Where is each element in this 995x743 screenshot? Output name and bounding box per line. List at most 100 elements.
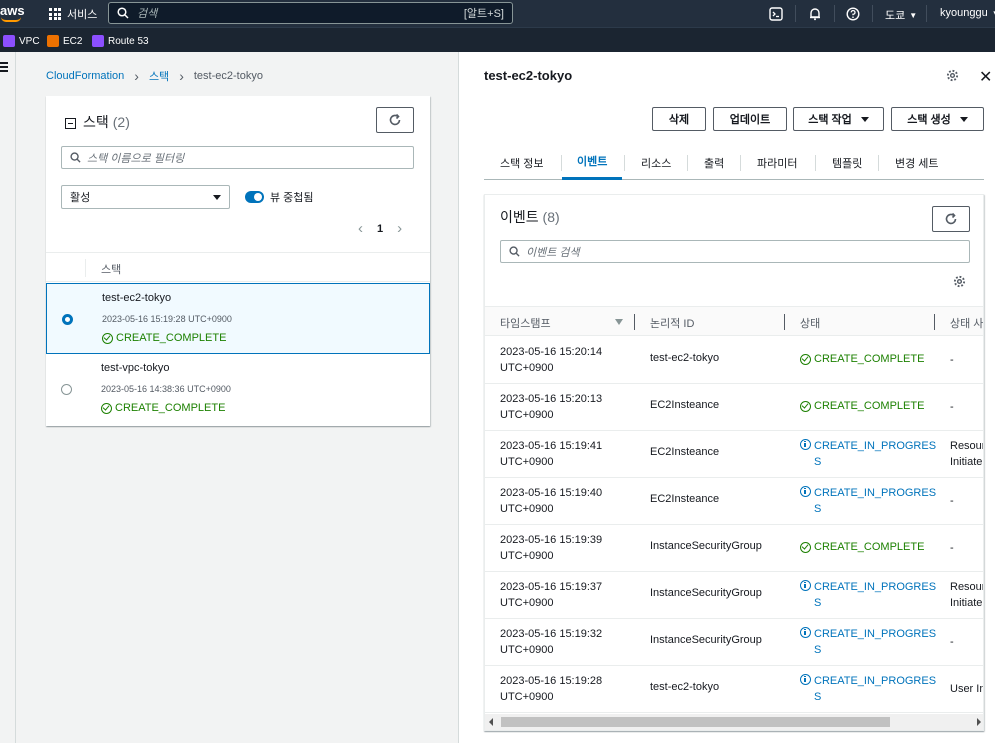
favorite-route53[interactable]: Route 53 — [92, 35, 149, 47]
refresh-icon — [945, 212, 957, 225]
stack-radio[interactable] — [61, 384, 72, 395]
column-resizer[interactable] — [634, 314, 635, 330]
breadcrumb: CloudFormation › 스택 › test-ec2-tokyo — [46, 68, 263, 84]
status-badge: CREATE_COMPLETE — [800, 541, 924, 553]
services-menu-button[interactable]: 서비스 — [49, 6, 97, 22]
create-stack-button[interactable]: 스택 생성 — [891, 107, 984, 131]
event-logical-id: InstanceSecurityGroup — [650, 540, 762, 552]
tab-template[interactable]: 템플릿 — [832, 145, 862, 180]
status-badge: CREATE_COMPLETE — [800, 400, 924, 412]
favorite-ec2[interactable]: EC2 — [47, 35, 82, 47]
check-circle-icon — [800, 353, 811, 365]
nested-view-toggle[interactable]: 뷰 중첩됨 — [245, 189, 314, 205]
tab-label: 출력 — [704, 157, 725, 170]
breadcrumb-current: test-ec2-tokyo — [193, 70, 263, 82]
stack-actions-button[interactable]: 스택 작업 — [793, 107, 884, 131]
account-menu[interactable]: kyounggu ▼ — [940, 7, 995, 19]
column-header-logical-id[interactable]: 논리적 ID — [650, 315, 694, 331]
stack-radio[interactable] — [62, 314, 73, 325]
sort-descending-icon[interactable] — [615, 319, 623, 325]
tab-divider — [624, 155, 625, 171]
cloudshell-icon[interactable] — [768, 6, 784, 22]
refresh-stacks-button[interactable] — [376, 107, 414, 133]
scroll-left-icon[interactable] — [489, 718, 493, 726]
tab-resources[interactable]: 리소스 — [641, 145, 671, 180]
bell-icon[interactable] — [807, 6, 823, 22]
page-number[interactable]: 1 — [377, 223, 383, 235]
search-icon — [70, 152, 81, 163]
scrollbar-thumb[interactable] — [501, 717, 890, 727]
favorite-label: EC2 — [63, 35, 83, 47]
tab-divider — [687, 155, 688, 171]
event-status-wrap: S — [814, 456, 822, 468]
chevron-right-icon: › — [134, 68, 139, 84]
status-badge: CREATE_IN_PROGRES S — [800, 626, 936, 658]
nav-divider — [834, 5, 835, 22]
check-circle-icon — [800, 541, 811, 553]
chevron-right-icon: › — [179, 68, 184, 84]
scroll-right-icon[interactable] — [977, 718, 981, 726]
table-settings-gear-icon[interactable] — [953, 275, 966, 291]
event-status-wrap: S — [814, 644, 822, 656]
pagination: ‹ 1 › — [358, 220, 402, 237]
global-search-input[interactable]: 검색 [알트+S] — [108, 2, 513, 24]
table-row: 2023-05-16 15:19:32 UTC+0900 InstanceSecu… — [485, 619, 983, 666]
column-header-status-reason[interactable]: 상태 사 — [950, 315, 983, 331]
tab-events[interactable]: 이벤트 — [562, 145, 623, 180]
caret-down-icon — [213, 194, 221, 200]
delete-label: 삭제 — [668, 114, 690, 126]
nav-divider — [926, 5, 927, 22]
events-search-placeholder: 이벤트 검색 — [526, 246, 580, 259]
info-icon — [800, 580, 811, 591]
column-resizer[interactable] — [784, 314, 785, 330]
event-status: CREATE_COMPLETE — [814, 400, 925, 412]
gear-icon[interactable] — [946, 69, 959, 85]
horizontal-scrollbar[interactable] — [485, 714, 983, 730]
hamburger-menu-icon[interactable] — [0, 62, 8, 72]
table-row: 2023-05-16 15:19:37 UTC+0900 InstanceSecu… — [485, 572, 983, 619]
stack-column-header: 스택 — [101, 264, 122, 276]
stack-filter-placeholder: 스택 이름으로 필터링 — [87, 152, 185, 165]
event-logical-id: test-ec2-tokyo — [650, 352, 720, 364]
event-timestamp: 2023-05-16 15:19:32 UTC+0900 — [500, 628, 603, 656]
event-status-reason: ResourcInitiate — [950, 440, 983, 468]
stack-filter-input[interactable]: 스택 이름으로 필터링 — [61, 146, 414, 169]
aws-logo[interactable]: aws — [0, 2, 26, 24]
tab-parameters[interactable]: 파라미터 — [757, 145, 797, 180]
next-page-icon[interactable]: › — [397, 220, 402, 237]
tab-outputs[interactable]: 출력 — [704, 145, 724, 180]
event-status: CREATE_IN_PROGRES — [814, 675, 937, 687]
aws-logo-text: aws — [0, 3, 25, 18]
tab-divider — [740, 155, 741, 171]
collapse-icon[interactable] — [65, 117, 76, 129]
favorite-vpc[interactable]: VPC — [3, 35, 40, 47]
close-icon[interactable]: ✕ — [979, 67, 992, 87]
stack-detail-panel: test-ec2-tokyo ✕ 삭제 업데이트 스택 작업 스택 생성 스택 … — [458, 52, 995, 743]
event-logical-id: EC2Insteance — [650, 399, 720, 411]
breadcrumb-stacks[interactable]: 스택 — [149, 68, 169, 84]
stack-row[interactable]: test-vpc-tokyo 2023-05-16 14:38:36 UTC+0… — [46, 354, 430, 425]
toggle-switch[interactable] — [245, 191, 264, 203]
column-header-status[interactable]: 상태 — [800, 315, 820, 331]
help-icon[interactable] — [845, 6, 861, 22]
tab-stack-info[interactable]: 스택 정보 — [500, 145, 544, 180]
event-timestamp: 2023-05-16 15:19:28 UTC+0900 — [500, 675, 603, 703]
prev-page-icon[interactable]: ‹ — [358, 220, 363, 237]
stack-status: CREATE_COMPLETE — [116, 332, 227, 344]
status-filter-value: 활성 — [70, 192, 91, 204]
stack-row[interactable]: test-ec2-tokyo 2023-05-16 15:19:28 UTC+0… — [46, 283, 430, 354]
refresh-events-button[interactable] — [932, 206, 970, 232]
tab-change-sets[interactable]: 변경 세트 — [895, 145, 939, 180]
nested-view-label: 뷰 중첩됨 — [270, 192, 314, 204]
status-badge: CREATE_IN_PROGRES S — [800, 485, 936, 517]
events-search-input[interactable]: 이벤트 검색 — [500, 240, 970, 263]
column-header-timestamp[interactable]: 타임스탬프 — [500, 315, 551, 331]
nav-divider — [872, 5, 873, 22]
detail-tabs: 스택 정보 이벤트 리소스 출력 파라미터 템플릿 변경 세트 — [484, 145, 984, 180]
status-filter-select[interactable]: 활성 — [61, 185, 230, 209]
delete-button[interactable]: 삭제 — [652, 107, 706, 131]
column-resizer[interactable] — [934, 314, 935, 330]
breadcrumb-cloudformation[interactable]: CloudFormation — [46, 70, 124, 82]
update-button[interactable]: 업데이트 — [713, 107, 787, 131]
region-selector[interactable]: 도쿄 ▼ — [885, 7, 917, 23]
